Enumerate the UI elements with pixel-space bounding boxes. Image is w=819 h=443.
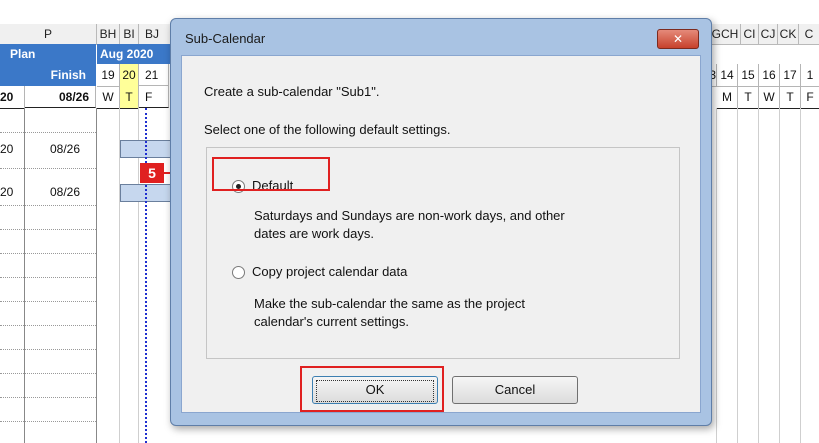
cancel-button[interactable]: Cancel (452, 376, 578, 404)
day-cell: W (97, 86, 120, 109)
step-badge: 5 (140, 163, 164, 183)
day-cell-today: T (120, 86, 139, 109)
grid-line (716, 108, 717, 443)
table-row-finish: 08/26 (50, 142, 81, 156)
date-cell: 14 (717, 64, 738, 87)
column-header-ci[interactable]: CI (741, 24, 759, 45)
grid-line (138, 108, 139, 443)
copy-radio-option[interactable]: Copy project calendar data (230, 262, 490, 282)
row-divider (0, 373, 96, 374)
table-row-finish: 08/26 (50, 185, 81, 199)
column-header-c[interactable]: C (799, 24, 819, 45)
day-cell: W (759, 86, 780, 109)
column-header-bi[interactable]: BI (120, 24, 139, 45)
copy-description-line1: Make the sub-calendar the same as the pr… (254, 296, 525, 311)
grid-line (24, 108, 25, 443)
plan-header: Plan (0, 44, 96, 64)
ok-button-highlight (300, 366, 444, 412)
column-header-bh[interactable]: BH (97, 24, 120, 45)
cancel-button-label: Cancel (494, 382, 536, 397)
dialog-prompt-text: Select one of the following default sett… (204, 122, 451, 137)
row-divider (0, 168, 96, 169)
date-cell: 1 (801, 64, 819, 87)
day-cell: F (139, 86, 169, 108)
dialog-intro-text: Create a sub-calendar "Sub1". (204, 84, 380, 99)
default-option-highlight (212, 157, 330, 191)
dialog-body: Create a sub-calendar "Sub1". Select one… (181, 55, 701, 413)
row-divider (0, 229, 96, 230)
date-cell-today: 20 (120, 64, 139, 87)
column-header-cj[interactable]: CJ (759, 24, 778, 45)
table-row-left-value: 20 (0, 185, 14, 199)
dialog-title: Sub-Calendar (185, 31, 266, 46)
close-icon: ✕ (672, 32, 684, 46)
grid-line (119, 108, 120, 443)
copy-radio-button[interactable] (232, 266, 245, 279)
grid-line (96, 108, 97, 443)
copy-radio-label: Copy project calendar data (252, 264, 408, 279)
column-header-gch[interactable]: GCH (710, 24, 741, 45)
table-row-left-value: 20 (0, 142, 14, 156)
grid-line (800, 108, 801, 443)
row-divider (0, 325, 96, 326)
day-cell: T (738, 86, 759, 109)
day-cell: M (717, 86, 738, 109)
column-header-ck[interactable]: CK (778, 24, 799, 45)
date-cell: 21 (139, 64, 169, 86)
grid-line (737, 108, 738, 443)
row-divider (0, 421, 96, 422)
column-header-p[interactable]: P (0, 24, 97, 45)
sub-calendar-dialog: Sub-Calendar ✕ Create a sub-calendar "Su… (170, 18, 712, 426)
grid-line (758, 108, 759, 443)
row-divider (0, 253, 96, 254)
date-cell: 16 (759, 64, 780, 87)
copy-description-line2: calendar's current settings. (254, 314, 409, 329)
month-header: Aug 2020 (97, 44, 170, 64)
gantt-bar[interactable] (120, 184, 174, 202)
date-cell: 19 (97, 64, 120, 87)
header-row-finish: 08/26 (25, 86, 96, 108)
grid-line (779, 108, 780, 443)
header-row-left-value: 20 (0, 86, 25, 109)
row-divider (0, 301, 96, 302)
date-cell: 17 (780, 64, 801, 87)
gantt-bar[interactable] (120, 140, 174, 158)
day-cell: T (780, 86, 801, 109)
row-divider (0, 397, 96, 398)
close-button[interactable]: ✕ (657, 29, 699, 49)
dialog-titlebar[interactable]: Sub-Calendar ✕ (171, 19, 711, 53)
today-marker-line (145, 108, 147, 443)
finish-header: Finish (0, 64, 96, 86)
row-divider (0, 277, 96, 278)
row-divider (0, 205, 96, 206)
row-divider (0, 132, 96, 133)
default-description-line1: Saturdays and Sundays are non-work days,… (254, 208, 565, 223)
row-divider (0, 349, 96, 350)
day-cell: F (801, 86, 819, 109)
date-cell: 15 (738, 64, 759, 87)
default-description-line2: dates are work days. (254, 226, 374, 241)
